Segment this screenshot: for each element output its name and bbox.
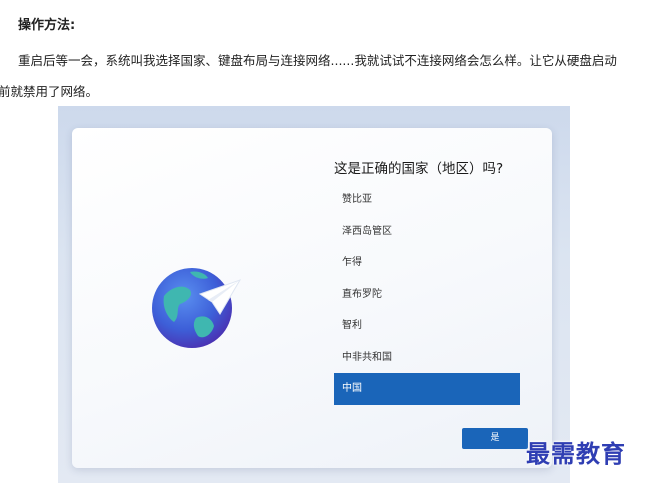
country-item-china[interactable]: 中国 <box>334 373 520 405</box>
yes-button[interactable]: 是 <box>462 428 528 449</box>
article-paragraph-line1: 重启后等一会，系统叫我选择国家、键盘布局与连接网络......我就试试不连接网络… <box>18 53 617 68</box>
country-question-title: 这是正确的国家（地区）吗? <box>334 161 504 177</box>
country-item-gibraltar[interactable]: 直布罗陀 <box>334 279 520 311</box>
country-item-jersey[interactable]: 泽西岛管区 <box>334 216 520 248</box>
country-item-chad[interactable]: 乍得 <box>334 247 520 279</box>
setup-screenshot: 这是正确的国家（地区）吗? 赞比亚 泽西岛管区 乍得 直布罗陀 智利 中非共和国… <box>58 106 570 483</box>
oobe-card: 这是正确的国家（地区）吗? 赞比亚 泽西岛管区 乍得 直布罗陀 智利 中非共和国… <box>72 128 552 468</box>
country-item-central-african-republic[interactable]: 中非共和国 <box>334 342 520 374</box>
country-item-chile[interactable]: 智利 <box>334 310 520 342</box>
country-item-zambia[interactable]: 赞比亚 <box>334 184 520 216</box>
watermark-logo: 最需教育 <box>526 439 626 468</box>
article-heading: 操作方法: <box>18 18 76 33</box>
globe-icon <box>152 268 242 348</box>
country-list[interactable]: 赞比亚 泽西岛管区 乍得 直布罗陀 智利 中非共和国 中国 <box>334 184 520 405</box>
article-paragraph-line2: 前就禁用了网络。 <box>0 84 99 99</box>
